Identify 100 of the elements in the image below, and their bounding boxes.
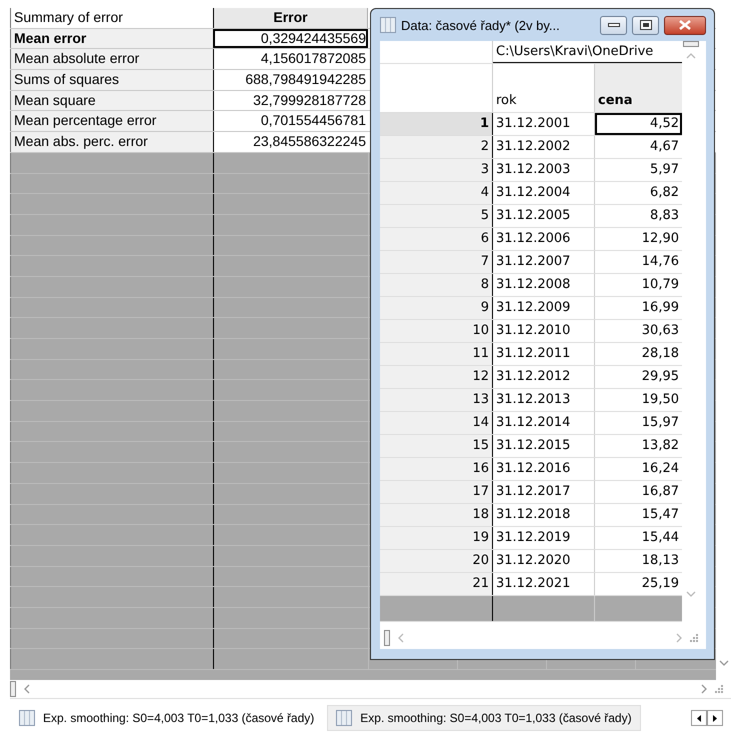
table-cell: 4,52: [595, 113, 682, 135]
table-cell-text: 14,76: [640, 253, 680, 271]
triangle-right-icon: [713, 714, 717, 722]
resize-grip-icon[interactable]: [715, 685, 723, 693]
table-cell-text: 15,97: [640, 414, 680, 432]
table-cell: 31.12.2010: [493, 320, 595, 342]
table-cell: 31.12.2014: [493, 412, 595, 434]
table-cell: 31.12.2018: [493, 504, 595, 526]
chevron-left-icon[interactable]: [398, 633, 404, 643]
table-cell-text: 15,44: [640, 529, 680, 547]
table-cell-text: 16,24: [640, 460, 680, 478]
minimize-icon: [608, 23, 620, 27]
table-cell-text: 15,47: [640, 506, 680, 524]
row-number[interactable]: 2: [380, 136, 493, 158]
chevron-left-icon[interactable]: [24, 684, 30, 694]
row-number[interactable]: 21: [380, 573, 493, 595]
table-cell-text: 12,90: [640, 230, 680, 248]
row-number[interactable]: 10: [380, 320, 493, 342]
scrollbar-thumb[interactable]: [10, 681, 16, 697]
row-label: Mean square: [10, 90, 213, 110]
table-cell-text: 18,13: [640, 552, 680, 570]
column-header: Error: [213, 8, 368, 28]
row-number[interactable]: 13: [380, 389, 493, 411]
table-cell: 31.12.2013: [493, 389, 595, 411]
table-cell: 31.12.2019: [493, 527, 595, 549]
table-cell: 31.12.2012: [493, 366, 595, 388]
table-cell: 31.12.2020: [493, 550, 595, 572]
row-label: Sums of squares: [10, 70, 213, 90]
table-cell: 31.12.2007: [493, 251, 595, 273]
table-cell: 31.12.2002: [493, 136, 595, 158]
table-cell-text: 30,63: [640, 322, 680, 340]
table-cell: 688,798491942285: [213, 70, 368, 90]
row-label: Mean error: [10, 28, 213, 48]
table-cell-text: 25,19: [640, 575, 680, 593]
chevron-up-icon[interactable]: [686, 53, 696, 59]
row-number[interactable]: 1: [380, 113, 493, 135]
table-cell-text: 8,83: [649, 207, 680, 225]
window-title: Data: časové řady* (2v by...: [401, 18, 561, 32]
table-cell: 4,156017872085: [213, 49, 368, 70]
table-cell-text: 16,87: [640, 483, 680, 501]
triangle-left-icon: [697, 714, 701, 722]
row-number[interactable]: 12: [380, 366, 493, 388]
document-tab[interactable]: Exp. smoothing: S0=4,003 T0=1,033 (časové řady): [327, 705, 641, 731]
row-number[interactable]: 18: [380, 504, 493, 526]
table-cell-text: 10,79: [640, 276, 680, 294]
row-label: Mean abs. perc. error: [10, 132, 213, 152]
table-cell-text: 13,82: [640, 437, 680, 455]
table-icon: [380, 17, 396, 33]
row-label: Mean absolute error: [10, 49, 213, 70]
table-cell: 31.12.2008: [493, 274, 595, 296]
table-cell: 31.12.2005: [493, 205, 595, 227]
chevron-right-icon[interactable]: [676, 633, 682, 643]
chevron-down-icon[interactable]: [718, 660, 728, 666]
row-number[interactable]: 5: [380, 205, 493, 227]
table-cell: 31.12.2001: [493, 113, 595, 135]
table-cell: 0,701554456781: [213, 111, 368, 132]
scrollbar-thumb[interactable]: [384, 630, 390, 646]
row-number[interactable]: 4: [380, 182, 493, 204]
table-cell: 0,329424435569: [213, 28, 368, 48]
table-cell-text: 5,97: [649, 161, 680, 179]
table-cell-text: 28,18: [640, 345, 680, 363]
scroll-right-button[interactable]: [707, 710, 723, 726]
table-cell: 31.12.2015: [493, 435, 595, 457]
row-number[interactable]: 14: [380, 412, 493, 434]
scrollbar-thumb[interactable]: [683, 41, 699, 47]
row-number[interactable]: 8: [380, 274, 493, 296]
table-cell-text: 19,50: [640, 391, 680, 409]
table-cell: 31.12.2016: [493, 458, 595, 480]
close-icon: [678, 20, 692, 30]
table-icon: [336, 710, 352, 726]
row-label: Mean percentage error: [10, 111, 213, 132]
row-number[interactable]: 19: [380, 527, 493, 549]
row-number[interactable]: 3: [380, 159, 493, 181]
row-number[interactable]: 15: [380, 435, 493, 457]
table-cell: 31.12.2003: [493, 159, 595, 181]
table-cell: 31.12.2021: [493, 573, 595, 595]
row-number[interactable]: 20: [380, 550, 493, 572]
resize-grip-icon[interactable]: [690, 634, 698, 642]
row-number[interactable]: 6: [380, 228, 493, 250]
maximize-button[interactable]: [632, 16, 659, 34]
table-cell: 23,845586322245: [213, 132, 368, 152]
row-number[interactable]: 7: [380, 251, 493, 273]
table-cell-text: 6,82: [649, 184, 680, 202]
row-number[interactable]: 9: [380, 297, 493, 319]
chevron-right-icon[interactable]: [701, 684, 707, 694]
close-button[interactable]: [664, 16, 706, 34]
minimize-button[interactable]: [600, 16, 627, 34]
table-cell-text: 4,67: [649, 138, 680, 156]
chevron-down-icon[interactable]: [686, 591, 696, 597]
table-cell: 32,799928187728: [213, 90, 368, 110]
table-cell: 31.12.2009: [493, 297, 595, 319]
column-header[interactable]: cena: [595, 64, 682, 112]
maximize-icon: [640, 20, 652, 30]
table-cell: 31.12.2006: [493, 228, 595, 250]
row-number[interactable]: 17: [380, 481, 493, 503]
row-number[interactable]: 11: [380, 343, 493, 365]
table-cell: 31.12.2004: [493, 182, 595, 204]
scroll-left-button[interactable]: [691, 710, 707, 726]
row-number[interactable]: 16: [380, 458, 493, 480]
table-cell: 31.12.2011: [493, 343, 595, 365]
